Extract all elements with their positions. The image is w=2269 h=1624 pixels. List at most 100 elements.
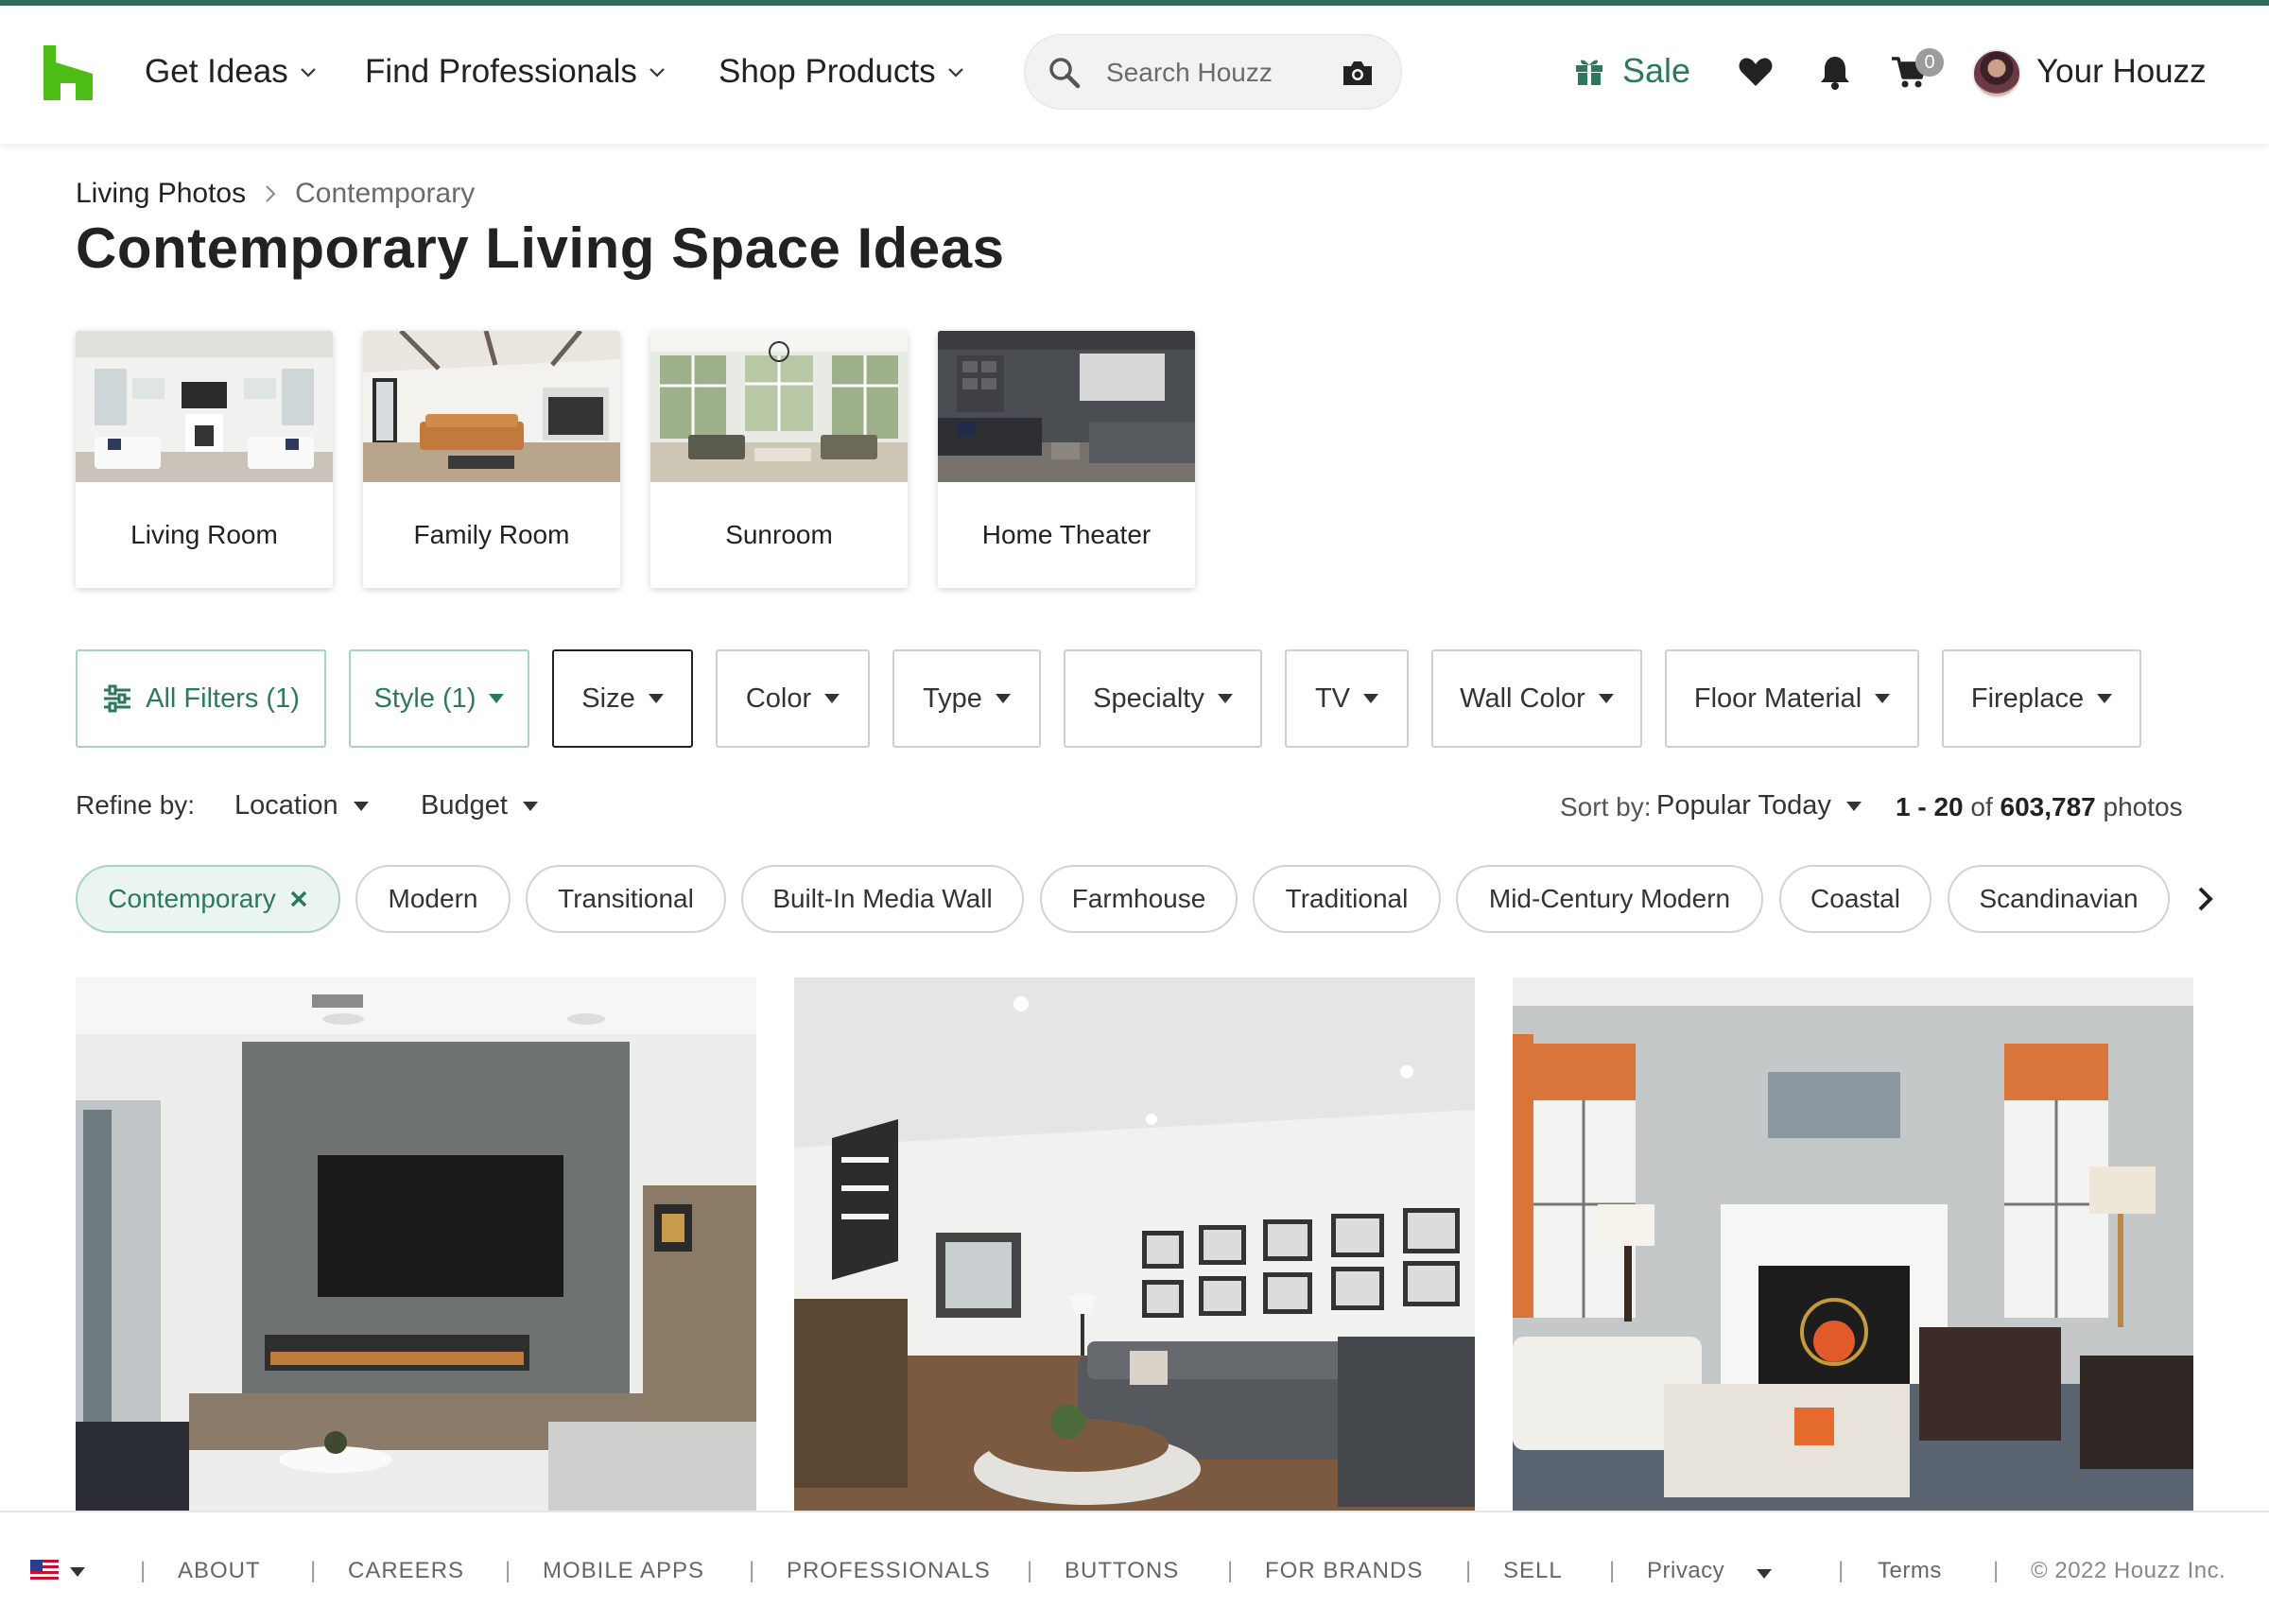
avatar[interactable] [1972, 49, 2021, 98]
chip-label: Built-In Media Wall [772, 884, 993, 913]
size-filter-button[interactable]: Size [552, 649, 693, 748]
floor-material-filter-label: Floor Material [1693, 682, 1862, 714]
chip-label: Modern [388, 884, 478, 913]
specialty-filter-label: Specialty [1093, 682, 1204, 714]
photo-orange-accent-living-room [1513, 977, 2193, 1512]
us-flag-icon[interactable] [30, 1560, 59, 1581]
refine-by-label: Refine by: [76, 790, 196, 820]
chip-label: Scandinavian [1979, 884, 2139, 913]
caret-down-icon[interactable] [70, 1567, 85, 1577]
wall-color-filter-button[interactable]: Wall Color [1431, 649, 1642, 748]
footer-link-mobile-apps[interactable]: MOBILE APPS [543, 1558, 704, 1584]
chip-farmhouse[interactable]: Farmhouse [1040, 865, 1238, 933]
caret-down-icon [2097, 694, 2113, 703]
sort-by-label: Sort by: [1560, 792, 1652, 821]
footer-link-professionals[interactable]: PROFESSIONALS [787, 1558, 991, 1584]
location-dropdown[interactable]: Location [234, 790, 369, 821]
nav-get-ideas[interactable]: Get Ideas [145, 53, 319, 91]
chip-label: Farmhouse [1071, 884, 1206, 913]
breadcrumb-living-photos[interactable]: Living Photos [76, 178, 246, 210]
search-input[interactable] [1106, 52, 1324, 94]
footer-divider: | [1227, 1558, 1234, 1583]
photo-card[interactable] [794, 977, 1475, 1512]
type-filter-button[interactable]: Type [892, 649, 1041, 748]
footer-divider: | [1027, 1558, 1033, 1583]
footer-divider: | [1838, 1558, 1845, 1583]
caret-down-icon [995, 694, 1011, 703]
caret-down-icon [1845, 801, 1862, 811]
size-filter-label: Size [581, 682, 635, 714]
chevron-right-icon[interactable] [2190, 883, 2222, 915]
chip-contemporary[interactable]: Contemporary [76, 865, 340, 933]
tv-filter-button[interactable]: TV [1285, 649, 1409, 748]
fireplace-filter-button[interactable]: Fireplace [1942, 649, 2141, 748]
site-header: Get Ideas Find Professionals Shop Produc… [0, 6, 2269, 144]
your-houzz-link[interactable]: Your Houzz [2036, 53, 2207, 91]
nav-find-professionals[interactable]: Find Professionals [365, 53, 667, 91]
footer-link-about[interactable]: ABOUT [178, 1558, 261, 1584]
living-room-thumbnail [76, 331, 333, 482]
results-range: 1 - 20 [1896, 792, 1964, 821]
caret-down-icon [489, 694, 505, 703]
search-icon[interactable] [1048, 56, 1082, 90]
footer-link-careers[interactable]: CAREERS [348, 1558, 464, 1584]
chip-scandinavian[interactable]: Scandinavian [1948, 865, 2170, 933]
footer-link-terms[interactable]: Terms [1878, 1558, 1942, 1584]
chevron-right-icon [266, 185, 276, 202]
photo-card[interactable] [76, 977, 756, 1512]
style-filter-label: Style (1) [373, 682, 476, 714]
bell-icon[interactable] [1816, 53, 1854, 91]
chip-traditional[interactable]: Traditional [1253, 865, 1441, 933]
footer-divider: | [1993, 1558, 2000, 1583]
camera-icon[interactable] [1341, 58, 1375, 88]
breadcrumb: Living Photos Contemporary [76, 178, 475, 210]
sort-value: Popular Today [1656, 790, 1831, 821]
footer-divider: | [749, 1558, 755, 1583]
footer-link-for-brands[interactable]: FOR BRANDS [1265, 1558, 1423, 1584]
page-title: Contemporary Living Space Ideas [76, 216, 1005, 280]
room-card-home-theater[interactable]: Home Theater [938, 331, 1195, 588]
chip-transitional[interactable]: Transitional [526, 865, 726, 933]
home-theater-thumbnail [938, 331, 1195, 482]
all-filters-label: All Filters (1) [146, 682, 300, 714]
sort-dropdown[interactable]: Popular Today [1656, 790, 1862, 821]
specialty-filter-button[interactable]: Specialty [1064, 649, 1262, 748]
footer-privacy-dropdown[interactable]: Privacy [1647, 1558, 1724, 1584]
room-card-family-room[interactable]: Family Room [363, 331, 620, 588]
caret-down-icon [1217, 694, 1233, 703]
caret-down-icon[interactable] [1757, 1569, 1772, 1579]
results-unit: photos [2103, 792, 2183, 821]
budget-dropdown[interactable]: Budget [421, 790, 538, 821]
gift-icon [1576, 60, 1602, 85]
chip-mid-century-modern[interactable]: Mid-Century Modern [1456, 865, 1763, 933]
nav-shop-products-label: Shop Products [719, 53, 936, 90]
footer-divider: | [1609, 1558, 1616, 1583]
chip-coastal[interactable]: Coastal [1779, 865, 1931, 933]
footer-link-sell[interactable]: SELL [1503, 1558, 1563, 1584]
footer-link-buttons[interactable]: BUTTONS [1065, 1558, 1179, 1584]
caret-down-icon [648, 694, 664, 703]
room-card-living-room[interactable]: Living Room [76, 331, 333, 588]
chip-built-in-media-wall[interactable]: Built-In Media Wall [741, 865, 1024, 933]
sliders-icon [104, 684, 131, 713]
sunroom-thumbnail [650, 331, 908, 482]
sale-link[interactable]: Sale [1573, 51, 1690, 91]
houzz-logo-icon[interactable] [43, 45, 93, 100]
chevron-down-icon [650, 68, 665, 78]
chip-modern[interactable]: Modern [355, 865, 511, 933]
results-total: 603,787 [2000, 792, 2096, 821]
budget-label: Budget [421, 790, 508, 821]
floor-material-filter-button[interactable]: Floor Material [1665, 649, 1919, 748]
nav-shop-products[interactable]: Shop Products [719, 53, 966, 91]
close-icon[interactable] [289, 890, 308, 908]
heart-icon[interactable] [1737, 53, 1775, 91]
room-card-sunroom[interactable]: Sunroom [650, 331, 908, 588]
cart-count-badge: 0 [1915, 48, 1944, 77]
color-filter-button[interactable]: Color [716, 649, 870, 748]
photo-card[interactable] [1513, 977, 2193, 1512]
nav-get-ideas-label: Get Ideas [145, 53, 288, 90]
chevron-down-icon [947, 68, 963, 78]
chevron-down-icon [300, 68, 316, 78]
all-filters-button[interactable]: All Filters (1) [76, 649, 326, 748]
style-filter-button[interactable]: Style (1) [349, 649, 529, 748]
